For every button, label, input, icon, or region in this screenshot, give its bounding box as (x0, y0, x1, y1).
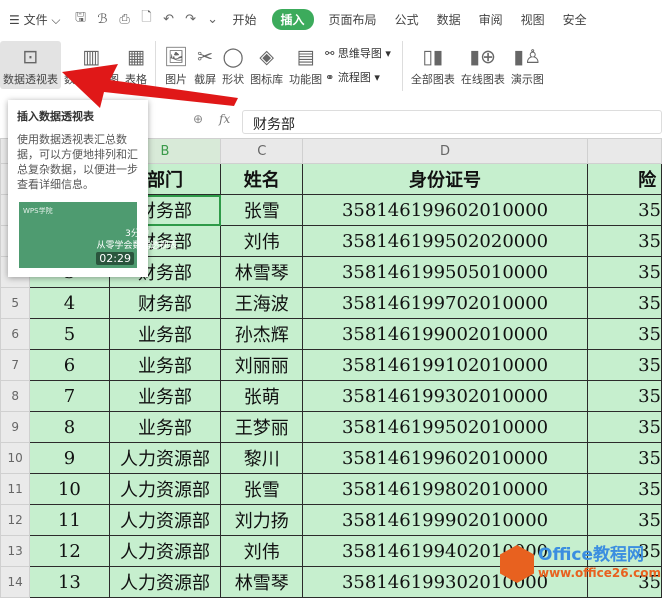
watermark-name: Office教程网 (538, 545, 645, 565)
arrow-shape (62, 64, 238, 108)
office-logo-icon (500, 545, 534, 583)
watermark: Office教程网 www.office26.com (500, 545, 661, 583)
watermark-url: www.office26.com (538, 566, 662, 580)
red-arrow-annotation (62, 64, 238, 108)
